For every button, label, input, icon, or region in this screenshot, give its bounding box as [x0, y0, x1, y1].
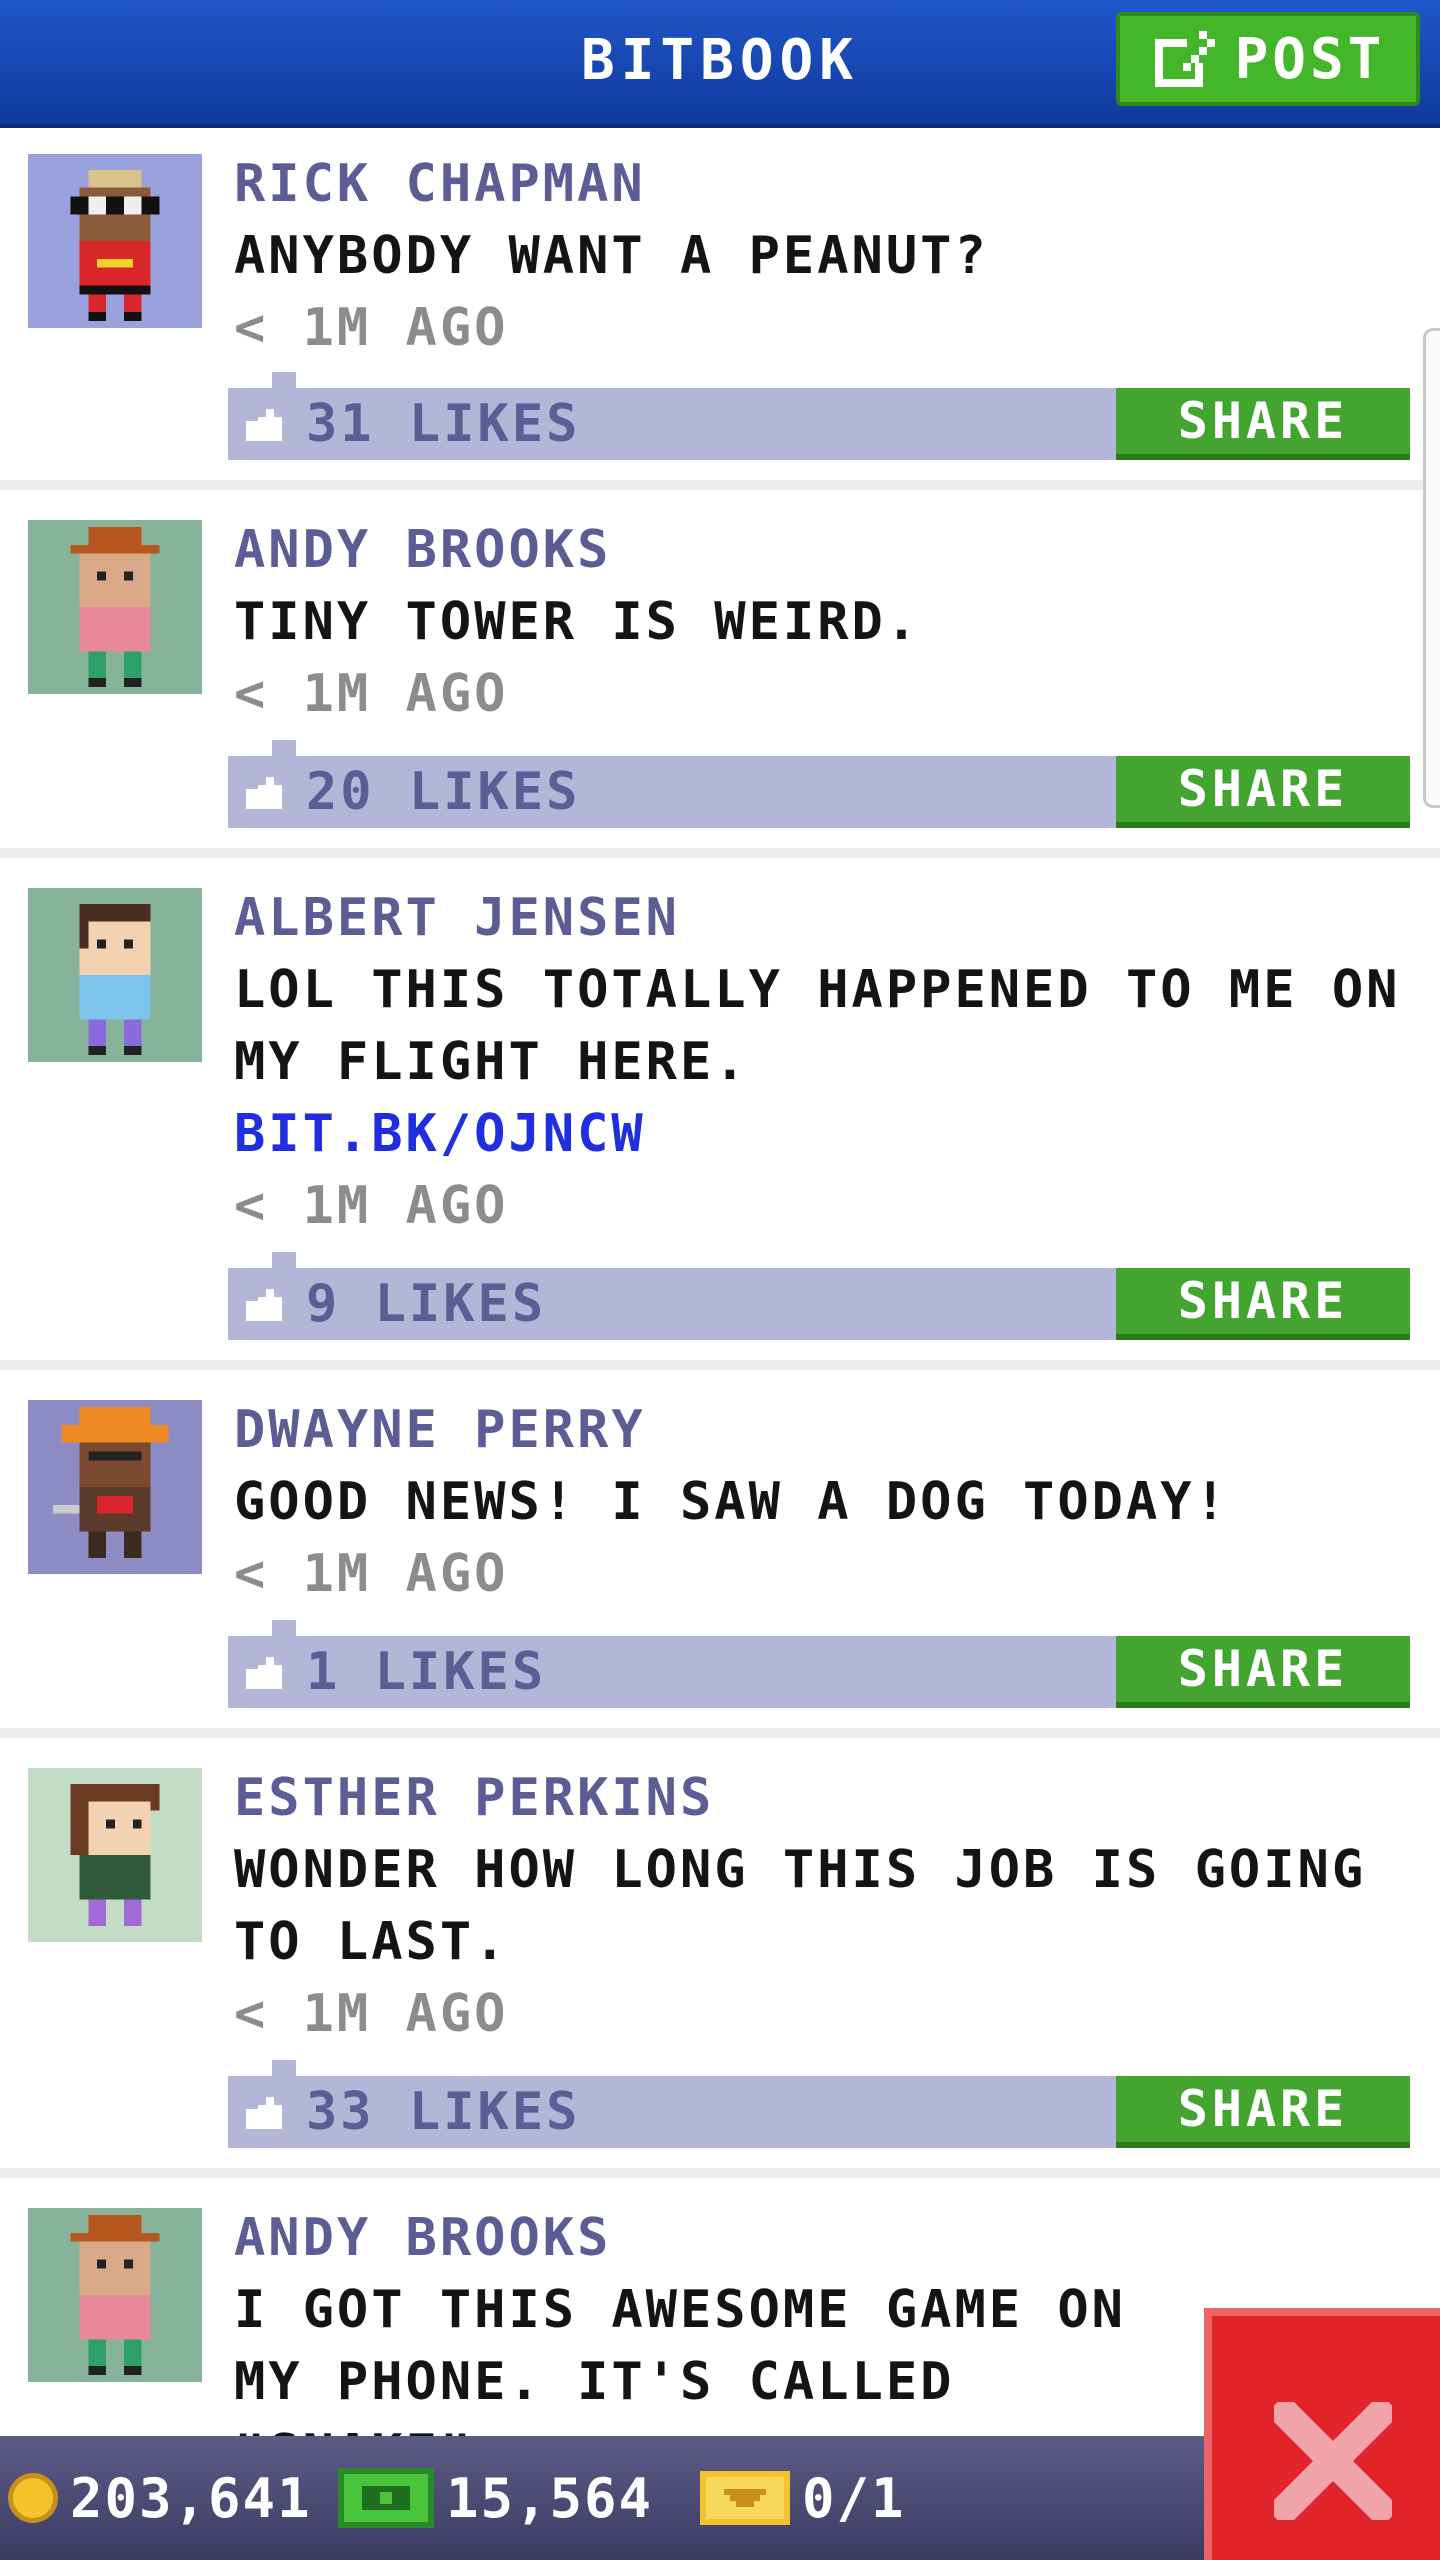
like-bar[interactable]: 9 LIKES SHARE: [228, 1252, 1410, 1340]
post-link[interactable]: BIT.BK/OJNCW: [234, 1098, 1414, 1170]
feed-post: RICK CHAPMAN ANYBODY WANT A PEANUT? < 1M…: [0, 124, 1440, 490]
scrollbar-thumb[interactable]: [1423, 328, 1440, 808]
avatar-albert-jensen: [79, 903, 151, 1055]
edit-icon: [1154, 31, 1215, 87]
tickets-value: 0/1: [802, 2466, 906, 2530]
likes-count: 20 LIKES: [306, 762, 581, 822]
post-content: ANDY BROOKS TINY TOWER IS WEIRD. < 1M AG…: [234, 514, 1414, 730]
feed: RICK CHAPMAN ANYBODY WANT A PEANUT? < 1M…: [0, 124, 1440, 2560]
bux-stat: 15,564: [338, 2436, 653, 2560]
avatar-andy-brooks: [70, 527, 160, 687]
bux-icon: [338, 2468, 434, 2528]
feed-post: ESTHER PERKINS WONDER HOW LONG THIS JOB …: [0, 1738, 1440, 2178]
share-button[interactable]: SHARE: [1116, 1268, 1410, 1340]
ticket-icon: [700, 2471, 790, 2525]
thumbs-up-icon: [246, 1657, 282, 1689]
avatar[interactable]: [28, 154, 202, 328]
feed-post: DWAYNE PERRY GOOD NEWS! I SAW A DOG TODA…: [0, 1370, 1440, 1738]
post-author[interactable]: ALBERT JENSEN: [234, 882, 1414, 954]
post-time: < 1M AGO: [234, 1176, 509, 1236]
coin-icon: [8, 2473, 58, 2523]
avatar[interactable]: [28, 2208, 202, 2382]
like-bar-tab: [272, 1252, 296, 1268]
avatar[interactable]: [28, 1768, 202, 1942]
feed-post: ANDY BROOKS TINY TOWER IS WEIRD. < 1M AG…: [0, 490, 1440, 858]
avatar[interactable]: [28, 520, 202, 694]
post-message: LOL THIS TOTALLY HAPPENED TO ME ON MY FL…: [234, 960, 1401, 1092]
bitbook-screen: BITBOOK POST RICK CHAPMAN ANYBODY WANT A…: [0, 0, 1440, 2560]
avatar[interactable]: [28, 1400, 202, 1574]
likes-count: 31 LIKES: [306, 394, 581, 454]
close-icon: [1274, 2402, 1392, 2520]
thumbs-up-icon: [246, 409, 282, 441]
close-button[interactable]: [1204, 2308, 1440, 2560]
post-time: < 1M AGO: [234, 664, 509, 724]
coins-stat: 203,641: [8, 2436, 312, 2560]
header: BITBOOK POST: [0, 0, 1440, 128]
post-author[interactable]: ANDY BROOKS: [234, 2202, 1180, 2274]
thumbs-up-icon: [246, 1289, 282, 1321]
post-button-label: POST: [1234, 26, 1386, 92]
share-button[interactable]: SHARE: [1116, 756, 1410, 828]
tickets-stat: 0/1: [700, 2436, 906, 2560]
post-content: ALBERT JENSEN LOL THIS TOTALLY HAPPENED …: [234, 882, 1414, 1242]
like-bar-tab: [272, 372, 296, 388]
like-bar[interactable]: 20 LIKES SHARE: [228, 740, 1410, 828]
thumbs-up-icon: [246, 777, 282, 809]
post-message: ANYBODY WANT A PEANUT?: [234, 226, 989, 286]
avatar-dwayne-perry: [52, 1407, 169, 1559]
thumbs-up-icon: [246, 2097, 282, 2129]
post-content: ESTHER PERKINS WONDER HOW LONG THIS JOB …: [234, 1762, 1414, 2050]
post-message: TINY TOWER IS WEIRD.: [234, 592, 921, 652]
like-bar-tab: [272, 2060, 296, 2076]
avatar-andy-brooks: [70, 2215, 160, 2375]
likes-count: 33 LIKES: [306, 2082, 581, 2142]
post-time: < 1M AGO: [234, 298, 509, 358]
avatar-esther-perkins: [70, 1783, 160, 1927]
post-message: GOOD NEWS! I SAW A DOG TODAY!: [234, 1472, 1229, 1532]
post-time: < 1M AGO: [234, 1544, 509, 1604]
post-author[interactable]: ESTHER PERKINS: [234, 1762, 1414, 1834]
like-bar-tab: [272, 1620, 296, 1636]
post-time: < 1M AGO: [234, 1984, 509, 2044]
like-bar[interactable]: 1 LIKES SHARE: [228, 1620, 1410, 1708]
likes-count: 1 LIKES: [306, 1642, 547, 1702]
avatar-rick-chapman: [70, 169, 160, 321]
bux-value: 15,564: [446, 2466, 654, 2530]
post-author[interactable]: ANDY BROOKS: [234, 514, 1414, 586]
like-bar-tab: [272, 740, 296, 756]
avatar[interactable]: [28, 888, 202, 1062]
post-author[interactable]: RICK CHAPMAN: [234, 148, 1414, 220]
share-button[interactable]: SHARE: [1116, 388, 1410, 460]
share-button[interactable]: SHARE: [1116, 2076, 1410, 2148]
like-bar[interactable]: 33 LIKES SHARE: [228, 2060, 1410, 2148]
post-author[interactable]: DWAYNE PERRY: [234, 1394, 1414, 1466]
post-button[interactable]: POST: [1116, 12, 1420, 106]
post-message: WONDER HOW LONG THIS JOB IS GOING TO LAS…: [234, 1840, 1367, 1972]
feed-post: ALBERT JENSEN LOL THIS TOTALLY HAPPENED …: [0, 858, 1440, 1370]
post-content: RICK CHAPMAN ANYBODY WANT A PEANUT? < 1M…: [234, 148, 1414, 364]
like-bar[interactable]: 31 LIKES SHARE: [228, 372, 1410, 460]
post-content: DWAYNE PERRY GOOD NEWS! I SAW A DOG TODA…: [234, 1394, 1414, 1610]
share-button[interactable]: SHARE: [1116, 1636, 1410, 1708]
likes-count: 9 LIKES: [306, 1274, 547, 1334]
coins-value: 203,641: [70, 2466, 312, 2530]
